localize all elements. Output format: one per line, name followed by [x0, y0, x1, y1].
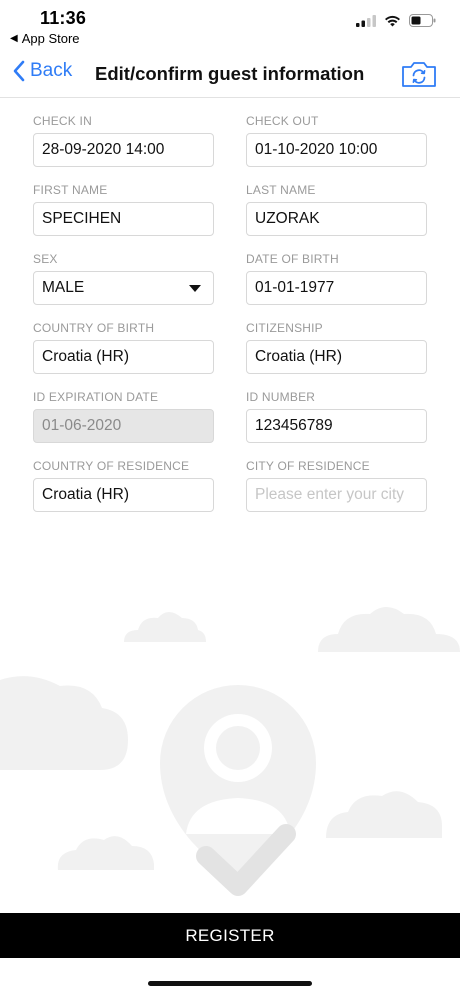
last-name-field-group: LAST NAME UZORAK — [246, 181, 427, 250]
city-of-residence-input[interactable]: Please enter your city — [246, 478, 427, 512]
caret-down-icon — [189, 285, 201, 292]
check-in-input[interactable]: 28-09-2020 14:00 — [33, 133, 214, 167]
first-name-field-group: FIRST NAME SPECIHEN — [33, 181, 214, 250]
id-expiration-label: ID EXPIRATION DATE — [33, 390, 159, 404]
cloud-icon — [124, 612, 206, 642]
back-to-app-store-link[interactable]: ◀ App Store — [10, 31, 80, 46]
sex-field-group: SEX MALE — [33, 250, 214, 319]
id-number-input[interactable]: 123456789 — [246, 409, 427, 443]
country-of-residence-label: COUNTRY OF RESIDENCE — [33, 459, 190, 473]
citizenship-label: CITIZENSHIP — [246, 321, 323, 335]
signal-icon — [356, 14, 376, 27]
first-name-input[interactable]: SPECIHEN — [33, 202, 214, 236]
battery-icon — [409, 14, 436, 27]
last-name-input[interactable]: UZORAK — [246, 202, 427, 236]
cloud-icon — [0, 676, 128, 770]
sex-select[interactable]: MALE — [33, 271, 214, 305]
check-in-label: CHECK IN — [33, 114, 92, 128]
page-title: Edit/confirm guest information — [95, 63, 365, 84]
chevron-left-icon — [13, 60, 25, 82]
check-in-field-group: CHECK IN 28-09-2020 14:00 — [33, 112, 214, 181]
country-of-residence-input[interactable]: Croatia (HR) — [33, 478, 214, 512]
country-of-birth-field-group: COUNTRY OF BIRTH Croatia (HR) — [33, 319, 214, 388]
check-out-label: CHECK OUT — [246, 114, 319, 128]
map-pin-icon — [160, 685, 316, 890]
last-name-label: LAST NAME — [246, 183, 316, 197]
citizenship-field-group: CITIZENSHIP Croatia (HR) — [246, 319, 427, 388]
sex-label: SEX — [33, 252, 58, 266]
guest-form: CHECK IN 28-09-2020 14:00 CHECK OUT 01-1… — [33, 112, 427, 526]
location-checkmark-illustration — [0, 607, 460, 896]
check-out-field-group: CHECK OUT 01-10-2020 10:00 — [246, 112, 427, 181]
status-bar: 11:36 ◀ App Store — [0, 0, 460, 52]
country-of-birth-input[interactable]: Croatia (HR) — [33, 340, 214, 374]
cloud-icon — [57, 836, 155, 870]
sex-select-value: MALE — [42, 279, 85, 296]
camera-button[interactable] — [401, 60, 437, 93]
id-expiration-input: 01-06-2020 — [33, 409, 214, 443]
register-button[interactable]: REGISTER — [0, 913, 460, 958]
status-icons — [356, 14, 436, 27]
city-of-residence-field-group: CITY OF RESIDENCE Please enter your city — [246, 457, 427, 526]
cloud-icon — [326, 791, 442, 838]
date-of-birth-input[interactable]: 01-01-1977 — [246, 271, 427, 305]
city-of-residence-label: CITY OF RESIDENCE — [246, 459, 370, 473]
check-out-input[interactable]: 01-10-2020 10:00 — [246, 133, 427, 167]
country-of-residence-field-group: COUNTRY OF RESIDENCE Croatia (HR) — [33, 457, 214, 526]
id-number-label: ID NUMBER — [246, 390, 316, 404]
back-triangle-icon: ◀ — [10, 33, 18, 44]
wifi-icon — [385, 15, 400, 26]
id-number-field-group: ID NUMBER 123456789 — [246, 388, 427, 457]
back-button-label: Back — [30, 60, 73, 81]
home-indicator — [148, 981, 312, 986]
citizenship-input[interactable]: Croatia (HR) — [246, 340, 427, 374]
cloud-icon — [318, 607, 460, 652]
back-button[interactable]: Back — [12, 60, 72, 82]
date-of-birth-field-group: DATE OF BIRTH 01-01-1977 — [246, 250, 427, 319]
camera-rotate-icon — [402, 62, 436, 87]
back-app-label: App Store — [21, 31, 80, 46]
id-expiration-field-group: ID EXPIRATION DATE 01-06-2020 — [33, 388, 214, 457]
first-name-label: FIRST NAME — [33, 183, 108, 197]
status-time: 11:36 — [40, 8, 87, 28]
country-of-birth-label: COUNTRY OF BIRTH — [33, 321, 155, 335]
date-of-birth-label: DATE OF BIRTH — [246, 252, 339, 266]
nav-bar: Back Edit/confirm guest information — [0, 52, 460, 98]
